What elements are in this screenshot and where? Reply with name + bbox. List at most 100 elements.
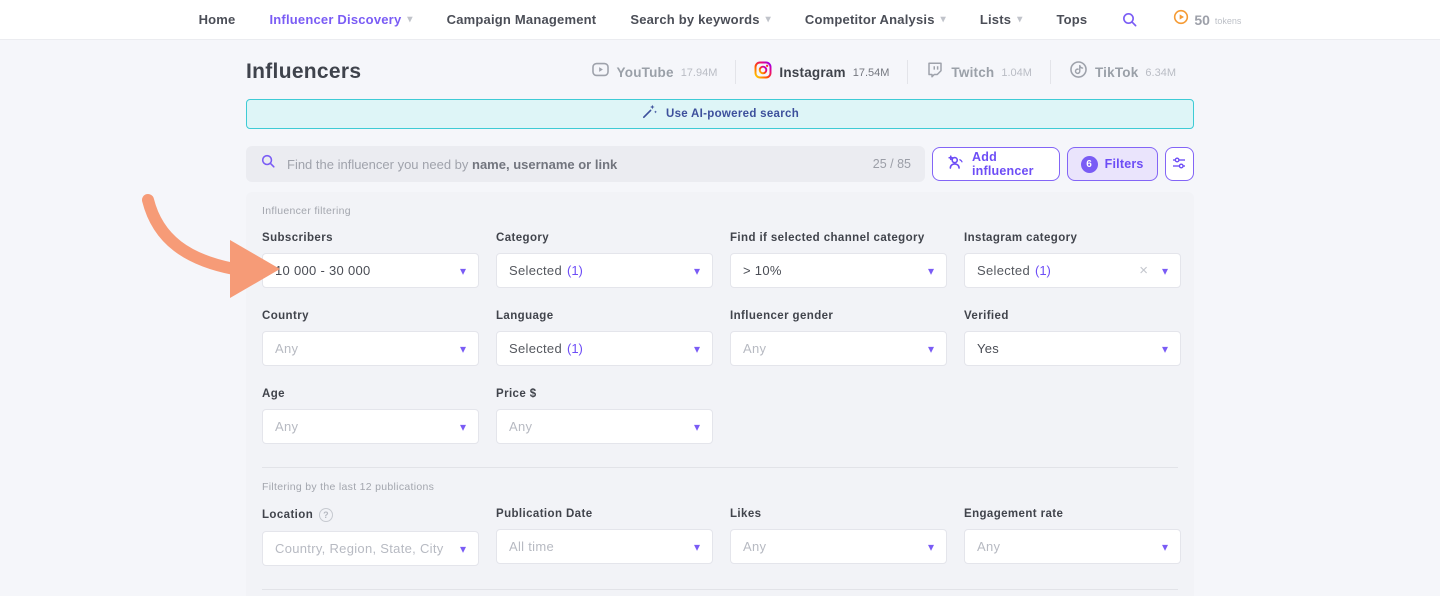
influencer-filter-grid: Subscribers10 000 - 30 000▾CategorySelec… [262, 232, 1178, 444]
tokens-count: 50 [1194, 12, 1210, 28]
chevron-down-icon: ▾ [694, 265, 700, 277]
selected-count: (1) [1035, 263, 1051, 278]
tab-youtube[interactable]: YouTube 17.94M [591, 60, 736, 84]
sliders-icon [1170, 154, 1188, 175]
help-icon[interactable]: ? [319, 508, 333, 522]
ai-search-banner[interactable]: Use AI-powered search [246, 99, 1194, 129]
price-dropdown[interactable]: Any▾ [496, 409, 713, 444]
channel-category-share-dropdown[interactable]: > 10%▾ [730, 253, 947, 288]
age-dropdown[interactable]: Any▾ [262, 409, 479, 444]
chevron-down-icon: ▾ [694, 421, 700, 433]
search-placeholder: Find the influencer you need by name, us… [287, 157, 617, 172]
youtube-icon [591, 60, 610, 84]
filter-field-instagram-category: Instagram categorySelected(1)×▾ [964, 232, 1181, 288]
chevron-down-icon: ▾ [460, 421, 466, 433]
likes-dropdown[interactable]: Any▾ [730, 529, 947, 564]
chevron-down-icon: ▾ [460, 343, 466, 355]
filter-label-country: Country [262, 310, 479, 322]
add-influencer-button[interactable]: Add influencer [932, 147, 1060, 181]
tab-instagram[interactable]: Instagram 17.54M [736, 61, 907, 84]
filter-label-age: Age [262, 388, 479, 400]
chevron-down-icon: ▾ [407, 15, 412, 25]
clear-icon[interactable]: × [1139, 263, 1148, 278]
tab-twitch[interactable]: Twitch 1.04M [908, 61, 1050, 84]
filters-button[interactable]: 6 Filters [1067, 147, 1158, 181]
chevron-down-icon: ▾ [1162, 265, 1168, 277]
chevron-down-icon: ▾ [460, 543, 466, 555]
country-dropdown[interactable]: Any▾ [262, 331, 479, 366]
nav-item-tops[interactable]: Tops [1056, 12, 1087, 27]
search-row: Find the influencer you need by name, us… [246, 146, 1194, 182]
token-coin-icon [1173, 9, 1189, 30]
filter-label-engagement-rate: Engagement rate [964, 508, 1181, 520]
filter-label-likes: Likes [730, 508, 947, 520]
filter-field-price: Price $ Any▾ [496, 388, 713, 444]
search-char-counter: 25 / 85 [873, 157, 911, 171]
influencer-gender-dropdown[interactable]: Any▾ [730, 331, 947, 366]
section-label-publications-filtering: Filtering by the last 12 publications [262, 481, 1178, 493]
instagram-icon [754, 61, 772, 84]
language-dropdown[interactable]: Selected(1)▾ [496, 331, 713, 366]
nav-item-influencer-discovery[interactable]: Influencer Discovery▾ [269, 12, 412, 27]
nav-item-search-by-keywords[interactable]: Search by keywords▾ [630, 12, 771, 27]
page-header: Influencers YouTube 17.94M Instagram 17.… [246, 55, 1194, 89]
nav-item-campaign-management[interactable]: Campaign Management [447, 12, 597, 27]
instagram-category-dropdown[interactable]: Selected(1)×▾ [964, 253, 1181, 288]
chevron-down-icon: ▾ [460, 265, 466, 277]
filter-label-instagram-category: Instagram category [964, 232, 1181, 244]
engagement-rate-dropdown[interactable]: Any▾ [964, 529, 1181, 564]
nav-item-competitor-analysis[interactable]: Competitor Analysis▾ [805, 12, 946, 27]
tokens-balance[interactable]: 50 tokens [1173, 9, 1241, 30]
publication-date-dropdown[interactable]: All time▾ [496, 529, 713, 564]
selected-count: (1) [567, 263, 583, 278]
section-label-influencer-filtering: Influencer filtering [262, 205, 1178, 217]
filter-panel: Influencer filtering Subscribers 10 000 -… [246, 192, 1194, 596]
filter-label-channel-category-share: Find if selected channel category [730, 232, 947, 244]
filter-field-publication-date: Publication Date All time▾ [496, 508, 713, 566]
page-title: Influencers [246, 60, 361, 84]
filter-label-publication-date: Publication Date [496, 508, 713, 520]
chevron-down-icon: ▾ [1017, 15, 1022, 25]
chevron-down-icon: ▾ [1162, 343, 1168, 355]
filter-label-subscribers: Subscribers [262, 232, 479, 244]
tiktok-icon [1069, 60, 1088, 84]
location-dropdown[interactable]: Country, Region, State, City▾ [262, 531, 479, 566]
filter-label-influencer-gender: Influencer gender [730, 310, 947, 322]
nav-item-home[interactable]: Home [199, 12, 236, 27]
filter-field-country: Country Any▾ [262, 310, 479, 366]
filter-label-price: Price $ [496, 388, 713, 400]
add-user-icon [946, 153, 965, 175]
publications-filter-grid: Location? Country, Region, State, City▾ Pu… [262, 508, 1178, 566]
selected-count: (1) [567, 341, 583, 356]
verified-dropdown[interactable]: Yes▾ [964, 331, 1181, 366]
top-navigation: Home Influencer Discovery▾ Campaign Mana… [0, 0, 1440, 40]
chevron-down-icon: ▾ [928, 541, 934, 553]
tab-tiktok[interactable]: TikTok 6.34M [1051, 60, 1194, 84]
tokens-label: tokens [1215, 16, 1242, 26]
filter-field-subscribers: Subscribers 10 000 - 30 000▾ [262, 232, 479, 288]
chevron-down-icon: ▾ [694, 541, 700, 553]
chevron-down-icon: ▾ [1162, 541, 1168, 553]
filter-field-age: Age Any▾ [262, 388, 479, 444]
search-icon[interactable] [1121, 11, 1139, 29]
filter-field-language: LanguageSelected(1)▾ [496, 310, 713, 366]
ai-search-label: Use AI-powered search [666, 108, 799, 120]
subscribers-dropdown[interactable]: 10 000 - 30 000▾ [262, 253, 479, 288]
platform-tabs: YouTube 17.94M Instagram 17.54M Twitch 1… [591, 60, 1194, 84]
filter-label-location: Location? [262, 508, 479, 522]
category-dropdown[interactable]: Selected(1)▾ [496, 253, 713, 288]
chevron-down-icon: ▾ [941, 15, 946, 25]
search-icon [260, 153, 277, 175]
filter-label-verified: Verified [964, 310, 1181, 322]
chevron-down-icon: ▾ [928, 343, 934, 355]
filter-field-category: CategorySelected(1)▾ [496, 232, 713, 288]
divider [262, 467, 1178, 468]
chevron-down-icon: ▾ [766, 15, 771, 25]
search-input[interactable]: Find the influencer you need by name, us… [246, 146, 925, 182]
add-influencer-label: Add influencer [972, 150, 1046, 178]
filter-settings-button[interactable] [1165, 147, 1194, 181]
nav-item-lists[interactable]: Lists▾ [980, 12, 1023, 27]
twitch-icon [926, 61, 944, 84]
filter-field-likes: Likes Any▾ [730, 508, 947, 566]
magic-wand-icon [641, 103, 658, 125]
